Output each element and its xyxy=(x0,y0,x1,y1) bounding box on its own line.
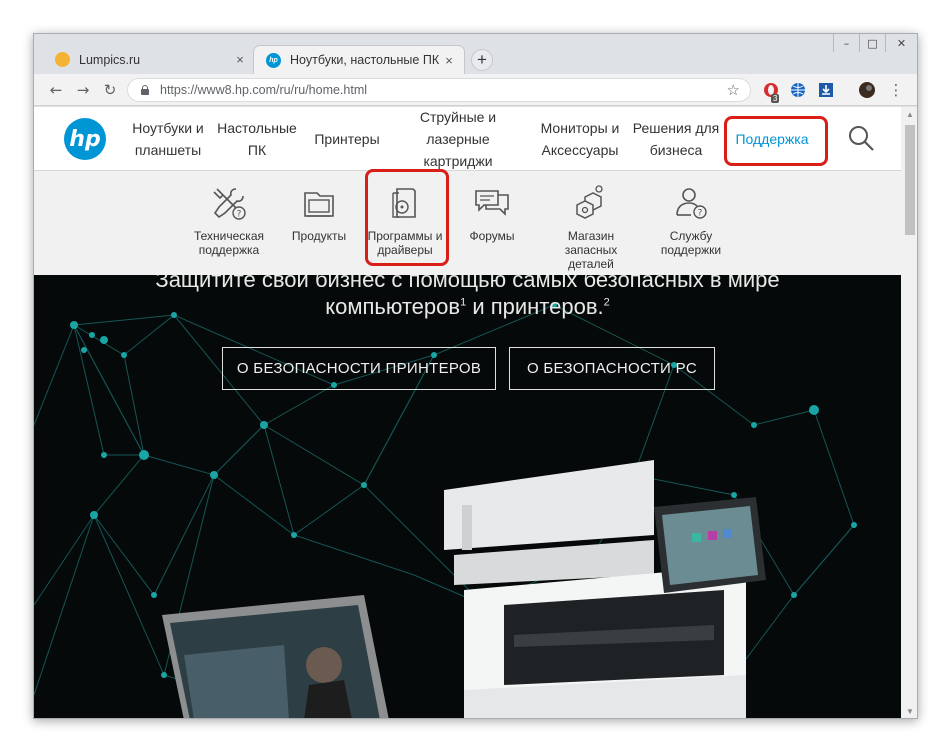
contact-icon: ? xyxy=(676,188,707,219)
maximize-button[interactable]: □ xyxy=(859,34,885,52)
address-bar[interactable]: https://www8.hp.com/ru/ru/home.html ☆ xyxy=(127,78,751,102)
window-controls: – □ ✕ xyxy=(833,34,917,52)
minimize-button[interactable]: – xyxy=(833,34,859,52)
lumpics-favicon-icon xyxy=(55,52,70,67)
nav-label: Мониторы и xyxy=(540,120,620,136)
search-icon[interactable] xyxy=(848,125,874,151)
svg-text:?: ? xyxy=(698,209,703,219)
subnav-label: Техническая xyxy=(193,229,264,243)
hp-logo[interactable]: hp xyxy=(64,118,106,160)
nav-label: Настольные xyxy=(217,120,297,136)
nav-label: Аксессуары xyxy=(541,142,619,158)
footnote-2[interactable]: 2 xyxy=(604,297,610,309)
subnav-label: поддержки xyxy=(660,243,722,257)
browser-toolbar: ← → ↻ https://www8.hp.com/ru/ru/home.htm… xyxy=(34,74,917,106)
scrollbar-thumb[interactable] xyxy=(905,125,915,235)
support-subnav: ? Техническая поддержка Продукты Програм… xyxy=(34,169,901,275)
printer-image xyxy=(444,460,766,718)
globe-extension-icon[interactable] xyxy=(790,82,806,98)
subnav-tech-support[interactable]: ? Техническая поддержка xyxy=(184,183,274,257)
subnav-parts-store[interactable]: Магазин запасных деталей xyxy=(541,183,641,271)
subnav-label: поддержка xyxy=(198,243,260,257)
parts-icon xyxy=(576,185,603,219)
hero-banner: Защитите свой бизнес с помощью самых без… xyxy=(34,275,901,718)
scroll-up-icon[interactable]: ▲ xyxy=(901,107,917,123)
hp-header: hp Ноутбуки и планшеты Настольные ПК Принт… xyxy=(34,107,901,171)
vertical-scrollbar[interactable]: ▲ ▼ xyxy=(901,107,917,718)
hero-headline-line2: компьютеров1 и принтеров.2 xyxy=(34,294,901,320)
svg-text:?: ? xyxy=(237,210,242,220)
subnav-products[interactable]: Продукты xyxy=(274,183,364,243)
nav-cartridges[interactable]: Струйные и лазерные картриджи xyxy=(390,109,526,169)
nav-label: Решения для xyxy=(632,120,720,136)
hero-text-part: компьютеров xyxy=(325,294,461,319)
support-highlight-frame xyxy=(724,116,828,166)
new-tab-button[interactable]: + xyxy=(471,49,493,71)
nav-business[interactable]: Решения для бизнеса xyxy=(630,116,722,162)
nav-label: Струйные и xyxy=(419,109,497,125)
nav-label: бизнеса xyxy=(649,142,703,158)
laptop-image xyxy=(162,595,389,718)
forums-icon xyxy=(475,190,509,216)
nav-label: Ноутбуки и xyxy=(132,120,204,136)
nav-label: ПК xyxy=(247,142,267,158)
nav-monitors[interactable]: Мониторы и Аксессуары xyxy=(536,116,624,162)
menu-dots-icon[interactable]: ⋮ xyxy=(886,80,906,100)
subnav-label: Службу xyxy=(669,229,713,243)
subnav-contact-support[interactable]: ? Службу поддержки xyxy=(646,183,736,257)
tab-title: Lumpics.ru xyxy=(79,52,141,67)
nav-laptops[interactable]: Ноутбуки и планшеты xyxy=(126,116,210,162)
profile-avatar-icon[interactable] xyxy=(859,82,875,98)
url-text: https://www8.hp.com/ru/ru/home.html xyxy=(160,83,368,97)
tab-close-icon[interactable]: × xyxy=(231,52,249,67)
subnav-label: Магазин запасных xyxy=(564,229,618,257)
network-background xyxy=(34,302,857,718)
nav-label: лазерные картриджи xyxy=(423,131,493,169)
hero-text-part: и принтеров. xyxy=(466,294,604,319)
back-icon[interactable]: ← xyxy=(46,80,66,100)
lock-icon xyxy=(140,85,150,95)
printer-security-button[interactable]: О БЕЗОПАСНОСТИ ПРИНТЕРОВ xyxy=(222,347,496,390)
hero-headline-line1: Защитите свой бизнес с помощью самых без… xyxy=(155,275,780,292)
nav-desktops[interactable]: Настольные ПК xyxy=(216,116,298,162)
tools-icon: ? xyxy=(213,188,246,220)
tab-lumpics[interactable]: Lumpics.ru × xyxy=(41,45,255,74)
page-viewport: hp Ноутбуки и планшеты Настольные ПК Принт… xyxy=(34,107,901,718)
extension-badge: 3 xyxy=(771,94,780,103)
pc-security-button[interactable]: О БЕЗОПАСНОСТИ PC xyxy=(509,347,715,390)
close-window-button[interactable]: ✕ xyxy=(885,34,917,52)
nav-label: планшеты xyxy=(134,142,202,158)
scroll-down-icon[interactable]: ▼ xyxy=(901,704,917,718)
download-extension-icon[interactable] xyxy=(818,82,834,98)
bookmark-star-icon[interactable]: ☆ xyxy=(727,81,740,99)
subnav-label: деталей xyxy=(568,257,614,271)
forward-icon[interactable]: → xyxy=(73,80,93,100)
products-icon xyxy=(304,192,334,217)
subnav-forums[interactable]: Форумы xyxy=(447,183,537,243)
subnav-label: Продукты xyxy=(291,229,347,243)
software-highlight-frame xyxy=(365,169,449,266)
reload-icon[interactable]: ↻ xyxy=(100,80,120,100)
browser-window: – □ ✕ Lumpics.ru × hp Ноутбуки, настольн… xyxy=(33,33,918,719)
hp-favicon-icon: hp xyxy=(266,52,281,68)
tab-hp[interactable]: hp Ноутбуки, настольные ПК, прин × xyxy=(253,45,465,74)
nav-label: Принтеры xyxy=(314,131,380,147)
nav-printers[interactable]: Принтеры xyxy=(310,116,384,162)
tab-title: Ноутбуки, настольные ПК, прин xyxy=(290,53,440,67)
tab-close-icon[interactable]: × xyxy=(440,53,458,68)
subnav-label: Форумы xyxy=(469,229,515,243)
